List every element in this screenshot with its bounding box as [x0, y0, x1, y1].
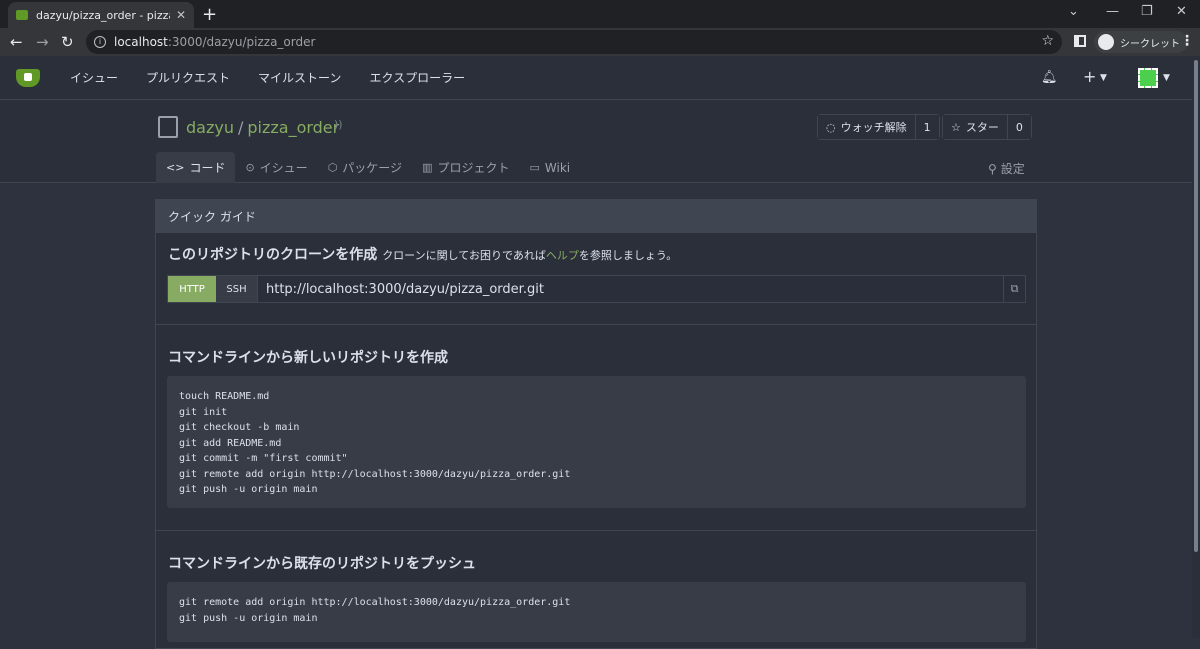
code-icon: <> — [166, 161, 185, 174]
new-tab-icon[interactable]: + — [202, 4, 217, 25]
gitea-logo-icon[interactable] — [16, 68, 40, 87]
quick-guide: クイック ガイド このリポジトリのクローンを作成 クローンに関してお困りであれば… — [155, 199, 1037, 649]
page-scrollbar[interactable] — [1192, 56, 1200, 638]
browser-tab-bar: dazyu/pizza_order - pizza_order ✕ + ⌄ — … — [0, 0, 1200, 28]
nav-explore[interactable]: エクスプローラー — [369, 69, 465, 86]
project-icon: ▥ — [422, 161, 433, 174]
notification-bell-icon[interactable]: 🔔︎ — [1041, 70, 1058, 85]
http-button[interactable]: HTTP — [168, 276, 216, 302]
tab-packages[interactable]: ⬡ パッケージ — [318, 152, 412, 183]
new-repo-section-title: コマンドラインから新しいリポジトリを作成 — [168, 350, 448, 366]
clone-help-text-pre: クローンに関してお困りであれば — [382, 249, 546, 262]
clone-help-link[interactable]: ヘルプ — [546, 249, 579, 262]
tab-projects-label: プロジェクト — [437, 161, 510, 175]
tab-packages-label: パッケージ — [342, 161, 403, 175]
url-path: :3000/dazyu/pizza_order — [167, 35, 316, 49]
restore-icon[interactable]: ❐ — [1141, 4, 1153, 19]
clone-section-title: このリポジトリのクローンを作成 クローンに関してお困りであればヘルプを参照しまし… — [168, 244, 677, 264]
repo-owner-link[interactable]: dazyu — [186, 118, 234, 137]
copy-icon[interactable]: ⧉ — [1003, 276, 1025, 302]
back-icon[interactable]: ← — [10, 33, 23, 51]
tab-wiki-label: Wiki — [544, 160, 571, 175]
nav-issues[interactable]: イシュー — [70, 69, 118, 86]
repo-icon — [158, 116, 178, 138]
repo-tabs: <> コード ⊙ イシュー ⬡ パッケージ ▥ プロジェクト ▭ Wiki — [156, 152, 580, 183]
section-divider — [156, 530, 1036, 531]
package-icon: ⬡ — [327, 161, 338, 174]
watch-button-group: ◌ ウォッチ解除 1 — [817, 114, 940, 140]
star-icon: ☆ — [951, 120, 961, 134]
star-label: スター — [965, 121, 999, 134]
tab-code[interactable]: <> コード — [156, 152, 236, 183]
url-host: localhost — [114, 35, 168, 49]
reload-icon[interactable]: ↻ — [61, 33, 74, 51]
section-divider — [156, 324, 1036, 325]
tab-settings-label: 設定 — [1000, 162, 1025, 176]
close-tab-icon[interactable]: ✕ — [176, 8, 186, 22]
tab-issues-label: イシュー — [259, 161, 308, 175]
unwatch-label: ウォッチ解除 — [840, 121, 907, 134]
repo-title: dazyu / pizza_order — [186, 118, 339, 137]
address-bar[interactable]: i localhost:3000/dazyu/pizza_order ☆ — [86, 30, 1062, 54]
top-navbar: イシュー プルリクエスト マイルストーン エクスプローラー 🔔︎ + ▼ ▼ — [0, 56, 1192, 100]
repo-name-link[interactable]: pizza_order — [247, 118, 339, 137]
repo-header: dazyu / pizza_order )) ◌ ウォッチ解除 1 ☆ スター 0 <>… — [0, 100, 1192, 183]
nav-milestones[interactable]: マイルストーン — [258, 69, 341, 86]
site-info-icon[interactable]: i — [94, 36, 106, 48]
watch-count[interactable]: 1 — [915, 115, 939, 139]
quick-guide-header: クイック ガイド — [156, 200, 1036, 233]
clone-url-bar: HTTP SSH http://localhost:3000/dazyu/piz… — [167, 275, 1026, 303]
forward-icon[interactable]: → — [36, 33, 49, 51]
browser-menu-icon[interactable]: ⋮ — [1180, 33, 1194, 49]
rss-icon[interactable]: )) — [334, 118, 343, 131]
star-button-group: ☆ スター 0 — [942, 114, 1032, 140]
user-caret-icon[interactable]: ▼ — [1163, 73, 1170, 83]
browser-toolbar: ← → ↻ i localhost:3000/dazyu/pizza_order… — [0, 28, 1200, 56]
close-window-icon[interactable]: ✕ — [1176, 4, 1187, 19]
unwatch-button[interactable]: ◌ ウォッチ解除 — [818, 115, 916, 139]
star-count[interactable]: 0 — [1007, 115, 1031, 139]
issue-icon: ⊙ — [245, 161, 255, 174]
push-repo-code-block: git remote add origin http://localhost:3… — [167, 582, 1026, 642]
gitea-favicon-icon — [16, 10, 28, 20]
repo-separator: / — [237, 118, 244, 137]
new-repo-code-block: touch README.md git init git checkout -b… — [167, 376, 1026, 508]
book-icon: ▭ — [529, 161, 540, 174]
clone-title: このリポジトリのクローンを作成 — [168, 247, 378, 263]
create-plus-icon[interactable]: + — [1083, 67, 1096, 86]
incognito-icon — [1098, 34, 1114, 50]
incognito-label: シークレット — [1120, 38, 1180, 50]
eye-slash-icon: ◌ — [826, 120, 836, 134]
incognito-badge[interactable]: シークレット — [1094, 31, 1188, 53]
tab-search-chevron-icon[interactable]: ⌄ — [1068, 4, 1079, 19]
tab-wiki[interactable]: ▭ Wiki — [519, 152, 580, 183]
browser-tab[interactable]: dazyu/pizza_order - pizza_order ✕ — [8, 2, 194, 28]
user-avatar[interactable] — [1138, 68, 1158, 88]
tab-code-label: コード — [189, 161, 226, 175]
tool-icon: ⚲ — [988, 162, 997, 176]
tab-title: dazyu/pizza_order - pizza_order — [36, 8, 170, 22]
scrollbar-thumb[interactable] — [1194, 60, 1198, 552]
minimize-icon[interactable]: — — [1106, 4, 1119, 19]
bookmark-star-icon[interactable]: ☆ — [1041, 33, 1054, 49]
clone-url-input[interactable]: http://localhost:3000/dazyu/pizza_order.… — [258, 276, 1003, 302]
clone-help-text-post: を参照しましょう。 — [578, 249, 678, 262]
star-button[interactable]: ☆ スター — [943, 115, 1008, 139]
push-repo-section-title: コマンドラインから既存のリポジトリをプッシュ — [168, 556, 476, 572]
side-panel-icon[interactable] — [1074, 35, 1086, 47]
tab-settings[interactable]: ⚲ 設定 — [988, 160, 1025, 177]
ssh-button[interactable]: SSH — [216, 276, 258, 302]
tab-projects[interactable]: ▥ プロジェクト — [412, 152, 519, 183]
create-caret-icon[interactable]: ▼ — [1100, 73, 1107, 83]
nav-pull-requests[interactable]: プルリクエスト — [146, 69, 230, 86]
tab-issues[interactable]: ⊙ イシュー — [235, 152, 317, 183]
